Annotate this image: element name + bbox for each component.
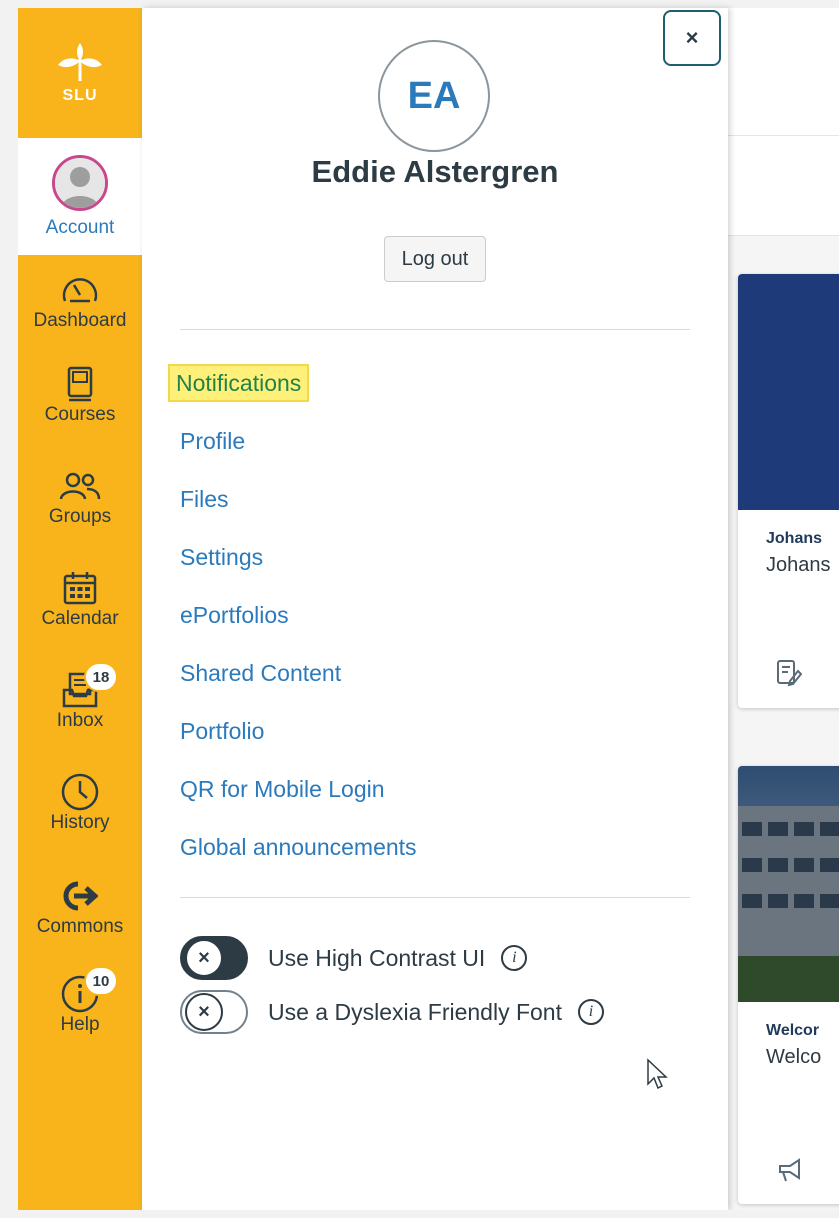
nav-item-account[interactable]: Account	[18, 138, 142, 255]
help-icon: 10	[58, 966, 118, 1014]
nav-item-label: Dashboard	[33, 310, 127, 331]
inbox-unread-badge: 18	[84, 662, 118, 692]
announcement-icon[interactable]	[776, 1157, 804, 1188]
link-files[interactable]: Files	[180, 470, 690, 528]
nav-item-label: Inbox	[56, 710, 104, 731]
mouse-pointer-icon	[646, 1058, 668, 1095]
nav-item-label: Commons	[36, 916, 124, 937]
inbox-icon: 18	[58, 662, 118, 710]
global-navigation: SLU Account Dashboard Courses Groups Cal…	[18, 8, 142, 1210]
toggle-off-icon: ×	[185, 939, 223, 977]
groups-icon	[58, 466, 102, 506]
slu-leaf-icon	[58, 43, 102, 81]
info-icon[interactable]: i	[501, 945, 528, 971]
link-global-announcements[interactable]: Global announcements	[180, 818, 690, 876]
link-shared-content[interactable]: Shared Content	[180, 644, 690, 702]
dashboard-background: Johans Johans Welcor Welco	[728, 8, 839, 1210]
user-avatar-initials: EA	[378, 40, 490, 152]
high-contrast-toggle[interactable]: ×	[180, 936, 248, 980]
high-contrast-label: Use High Contrast UI	[268, 944, 486, 971]
calendar-icon	[58, 568, 102, 608]
logo-text: SLU	[62, 87, 98, 104]
nav-item-label: History	[50, 812, 110, 833]
page-frame-top	[0, 0, 839, 8]
page-frame-left	[0, 0, 18, 1218]
course-card[interactable]: Welcor Welco	[738, 766, 839, 1204]
nav-item-history[interactable]: History	[18, 772, 142, 834]
course-card-subtitle: Welco	[766, 1046, 822, 1068]
course-card-title[interactable]: Welcor	[738, 1002, 839, 1040]
page-frame-bottom	[0, 1210, 839, 1218]
nav-item-label: Help	[60, 1014, 100, 1035]
info-icon[interactable]: i	[578, 999, 604, 1025]
nav-item-inbox[interactable]: 18 Inbox	[18, 662, 142, 732]
course-card-title[interactable]: Johans	[738, 510, 839, 548]
nav-item-label: Groups	[48, 506, 112, 527]
high-contrast-toggle-row: × Use High Contrast UI i	[180, 934, 680, 982]
account-tray: × EA Eddie Alstergren Log out Notificati…	[142, 8, 728, 1210]
link-settings[interactable]: Settings	[180, 528, 690, 586]
nav-item-commons[interactable]: Commons	[18, 876, 142, 938]
course-card-image	[738, 274, 839, 510]
history-clock-icon	[58, 772, 102, 812]
divider	[180, 897, 690, 898]
dashboard-icon	[58, 270, 102, 310]
dashboard-subheader	[728, 136, 839, 236]
course-card[interactable]: Johans Johans	[738, 274, 839, 708]
close-tray-button[interactable]: ×	[663, 10, 721, 66]
nav-item-dashboard[interactable]: Dashboard	[18, 270, 142, 332]
help-badge: 10	[84, 966, 118, 996]
dyslexia-font-toggle-row: × Use a Dyslexia Friendly Font i	[180, 988, 680, 1036]
course-card-image	[738, 766, 839, 1002]
link-notifications[interactable]: Notifications	[167, 354, 690, 412]
assignment-icon[interactable]	[776, 659, 803, 692]
nav-item-label: Calendar	[41, 608, 119, 629]
divider	[180, 329, 690, 330]
logout-button[interactable]: Log out	[384, 236, 486, 282]
dyslexia-font-label: Use a Dyslexia Friendly Font	[268, 998, 562, 1025]
slu-logo[interactable]: SLU	[18, 8, 142, 138]
dashboard-header	[728, 8, 839, 136]
toggle-off-icon: ×	[185, 993, 223, 1031]
link-qr-mobile-login[interactable]: QR for Mobile Login	[180, 760, 690, 818]
nav-item-courses[interactable]: Courses	[18, 364, 142, 426]
user-name: Eddie Alstergren	[311, 154, 559, 189]
nav-item-label: Courses	[44, 404, 116, 425]
nav-item-label: Account	[45, 216, 115, 238]
avatar	[52, 154, 108, 211]
link-profile[interactable]: Profile	[180, 412, 690, 470]
dyslexia-font-toggle[interactable]: ×	[180, 990, 248, 1034]
nav-item-groups[interactable]: Groups	[18, 466, 142, 528]
account-links-list: Notifications Profile Files Settings ePo…	[167, 354, 690, 876]
courses-icon	[58, 364, 102, 404]
nav-item-help[interactable]: 10 Help	[18, 966, 142, 1036]
nav-item-calendar[interactable]: Calendar	[18, 568, 142, 630]
course-card-subtitle: Johans	[766, 554, 831, 576]
link-eportfolios[interactable]: ePortfolios	[180, 586, 690, 644]
link-portfolio[interactable]: Portfolio	[180, 702, 690, 760]
commons-icon	[58, 876, 102, 916]
